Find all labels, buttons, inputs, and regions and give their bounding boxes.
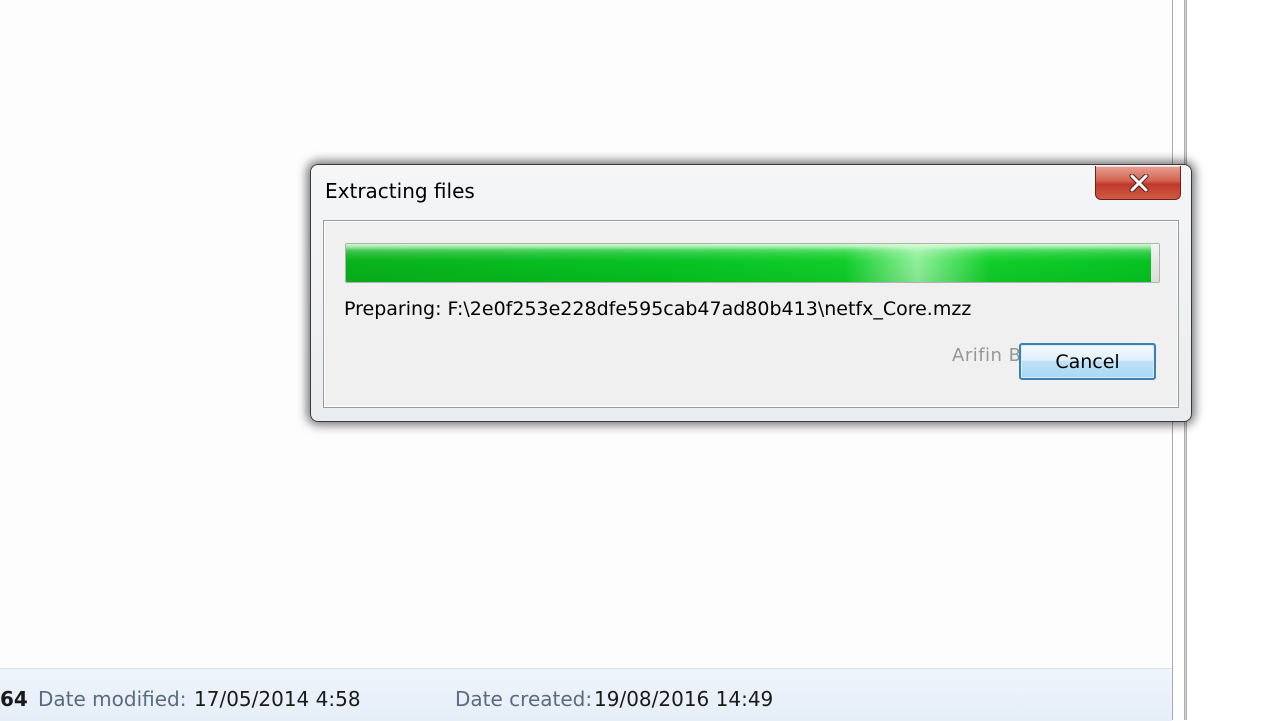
progress-fill	[346, 244, 1151, 282]
extracting-files-dialog: Extracting files Preparing: F:\2e0f253e2…	[310, 164, 1192, 422]
details-pane: 64 Date modified: 17/05/2014 4:58 Date c…	[0, 668, 1172, 721]
close-button[interactable]	[1095, 166, 1181, 200]
file-size-fragment: 64	[0, 687, 28, 711]
cancel-button[interactable]: Cancel	[1019, 343, 1156, 380]
progress-gloss	[346, 244, 1151, 250]
close-icon	[1129, 174, 1149, 192]
date-modified-label: Date modified:	[38, 687, 187, 711]
date-modified-value: 17/05/2014 4:58	[194, 687, 361, 711]
dialog-title: Extracting files	[325, 179, 475, 203]
extraction-progress-bar	[345, 243, 1160, 283]
extraction-status-text: Preparing: F:\2e0f253e228dfe595cab47ad80…	[344, 298, 972, 320]
date-created-value: 19/08/2016 14:49	[594, 687, 774, 711]
date-created-label: Date created:	[455, 687, 593, 711]
dialog-body: Preparing: F:\2e0f253e228dfe595cab47ad80…	[323, 220, 1179, 408]
